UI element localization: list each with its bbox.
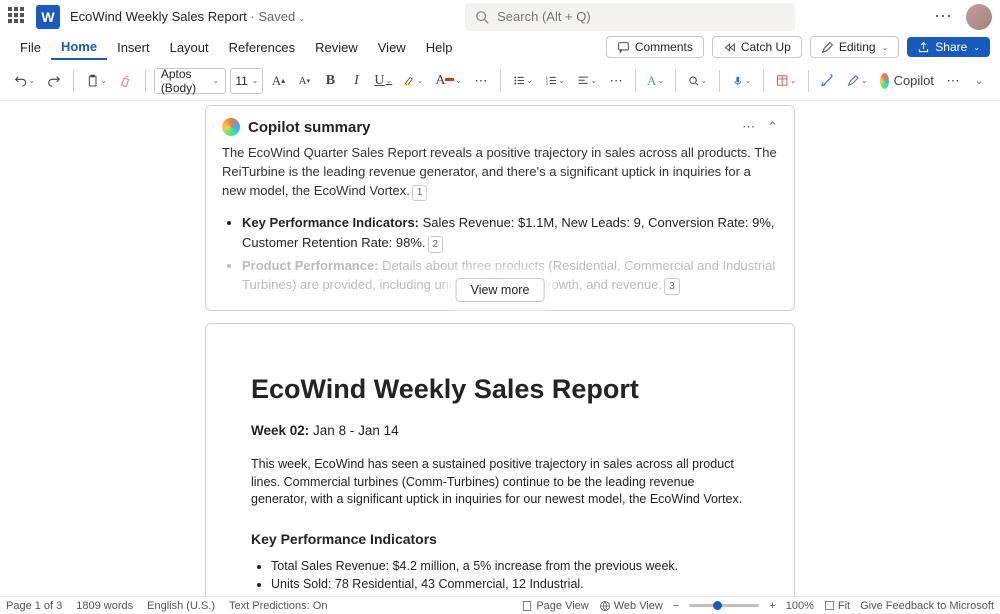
copilot-button[interactable]: Copilot (876, 67, 939, 95)
page-view-button[interactable]: Page View (521, 600, 588, 612)
status-words[interactable]: 1809 words (76, 600, 133, 612)
feedback-link[interactable]: Give Feedback to Microsoft (860, 600, 994, 612)
format-painter-button[interactable] (115, 67, 137, 95)
catchup-icon (723, 41, 736, 54)
fit-button[interactable]: Fit (824, 600, 850, 612)
page-view-icon (521, 600, 533, 612)
status-lang[interactable]: English (U.S.) (147, 600, 215, 612)
find-button[interactable]: ⌄ (684, 67, 711, 95)
numbering-icon: 123 (545, 73, 557, 88)
kpi-item: Units Sold: 78 Residential, 43 Commercia… (271, 575, 749, 594)
status-predictions[interactable]: Text Predictions: On (229, 600, 327, 612)
tab-review[interactable]: Review (305, 36, 368, 59)
document-title[interactable]: EcoWind Weekly Sales Report · Saved ⌄ (70, 9, 305, 24)
copilot-collapse-button[interactable]: ⌃ (767, 119, 778, 135)
doc-week-line: Week 02: Jan 8 - Jan 14 (251, 423, 749, 438)
redo-icon (47, 74, 61, 88)
web-view-button[interactable]: Web View (599, 600, 663, 612)
shrink-font-button[interactable]: A▾ (293, 67, 315, 95)
pencil-icon (821, 41, 834, 54)
copilot-summary-title: Copilot summary (248, 119, 371, 136)
designer-button[interactable] (817, 67, 839, 95)
copilot-summary-panel: Copilot summary ⋯ ⌃ The EcoWind Quarter … (205, 105, 795, 311)
fit-icon (824, 600, 835, 611)
tab-view[interactable]: View (368, 36, 416, 59)
copilot-logo-icon (222, 118, 240, 136)
italic-button[interactable]: I (345, 67, 367, 95)
tab-insert[interactable]: Insert (107, 36, 160, 59)
citation-2[interactable]: 2 (428, 236, 444, 253)
pen-sparkle-icon (847, 73, 859, 88)
tab-help[interactable]: Help (416, 36, 463, 59)
bold-button[interactable]: B (319, 67, 341, 95)
underline-button[interactable]: U⌄ (371, 67, 395, 95)
font-select[interactable]: Aptos (Body)⌄ (154, 68, 227, 94)
editor-button[interactable]: ⌄ (843, 67, 871, 95)
more-commands-button[interactable]: ⋯ (942, 67, 964, 95)
comment-icon (617, 41, 630, 54)
paste-button[interactable]: ⌄ (82, 67, 111, 95)
search-input[interactable] (497, 9, 785, 24)
copilot-more-button[interactable]: ⋯ (742, 119, 755, 135)
zoom-out-button[interactable]: − (673, 600, 679, 612)
more-font-button[interactable]: ⋯ (470, 67, 492, 95)
wand-icon (821, 73, 835, 88)
copilot-icon (880, 73, 889, 89)
bullets-icon (513, 73, 525, 88)
search-box[interactable] (465, 3, 795, 31)
font-color-button[interactable]: A⌄ (431, 67, 465, 95)
font-size-select[interactable]: 11⌄ (230, 68, 263, 94)
search-icon (475, 10, 489, 24)
doc-heading: EcoWind Weekly Sales Report (251, 374, 749, 405)
citation-1[interactable]: 1 (412, 185, 428, 202)
share-icon (917, 41, 930, 54)
zoom-slider[interactable] (689, 604, 759, 607)
zoom-in-button[interactable]: + (769, 600, 775, 612)
view-more-button[interactable]: View more (456, 278, 545, 302)
highlight-button[interactable]: ⌄ (399, 67, 427, 95)
highlight-icon (403, 73, 415, 88)
undo-button[interactable]: ⌄ (10, 67, 39, 95)
undo-icon (14, 73, 27, 89)
kpi-item: Total Sales Revenue: $4.2 million, a 5% … (271, 557, 749, 576)
doc-intro: This week, EcoWind has seen a sustained … (251, 456, 749, 509)
kpi-list: Total Sales Revenue: $4.2 million, a 5% … (271, 557, 749, 596)
web-view-icon (599, 600, 611, 612)
catchup-button[interactable]: Catch Up (712, 36, 802, 58)
redo-button[interactable] (43, 67, 65, 95)
clipboard-icon (86, 73, 99, 89)
kpi-heading: Key Performance Indicators (251, 531, 749, 547)
bullets-button[interactable]: ⌄ (509, 67, 537, 95)
tab-home[interactable]: Home (51, 35, 107, 60)
dictate-button[interactable]: ⌄ (728, 67, 755, 95)
tab-layout[interactable]: Layout (160, 36, 219, 59)
align-icon (577, 73, 589, 88)
collapse-ribbon-button[interactable]: ⌄ (968, 67, 990, 95)
copilot-summary-text: The EcoWind Quarter Sales Report reveals… (222, 144, 778, 201)
table-button[interactable]: ⌄ (772, 67, 800, 95)
user-avatar[interactable] (966, 4, 992, 30)
document-page[interactable]: EcoWind Weekly Sales Report Week 02: Jan… (205, 323, 795, 596)
more-menu-icon[interactable]: ⋯ (934, 6, 952, 27)
word-app-icon: W (36, 5, 60, 29)
comments-button[interactable]: Comments (606, 36, 704, 58)
status-page[interactable]: Page 1 of 3 (6, 600, 62, 612)
copilot-bullet-kpi: Key Performance Indicators: Sales Revenu… (242, 213, 778, 253)
tab-references[interactable]: References (219, 36, 305, 59)
align-button[interactable]: ⌄ (573, 67, 601, 95)
table-icon (776, 73, 788, 88)
editing-button[interactable]: Editing⌄ (810, 36, 899, 58)
svg-text:3: 3 (546, 81, 548, 86)
numbering-button[interactable]: 123⌄ (541, 67, 569, 95)
more-para-button[interactable]: ⋯ (605, 67, 627, 95)
search-icon (688, 74, 700, 88)
styles-button[interactable]: A⌄ (644, 67, 667, 95)
grow-font-button[interactable]: A▴ (267, 67, 289, 95)
tab-file[interactable]: File (10, 36, 51, 59)
share-button[interactable]: Share⌄ (907, 37, 990, 57)
zoom-level[interactable]: 100% (786, 600, 814, 612)
mic-icon (732, 74, 744, 88)
app-launcher-icon[interactable] (8, 7, 28, 27)
brush-icon (119, 73, 133, 88)
